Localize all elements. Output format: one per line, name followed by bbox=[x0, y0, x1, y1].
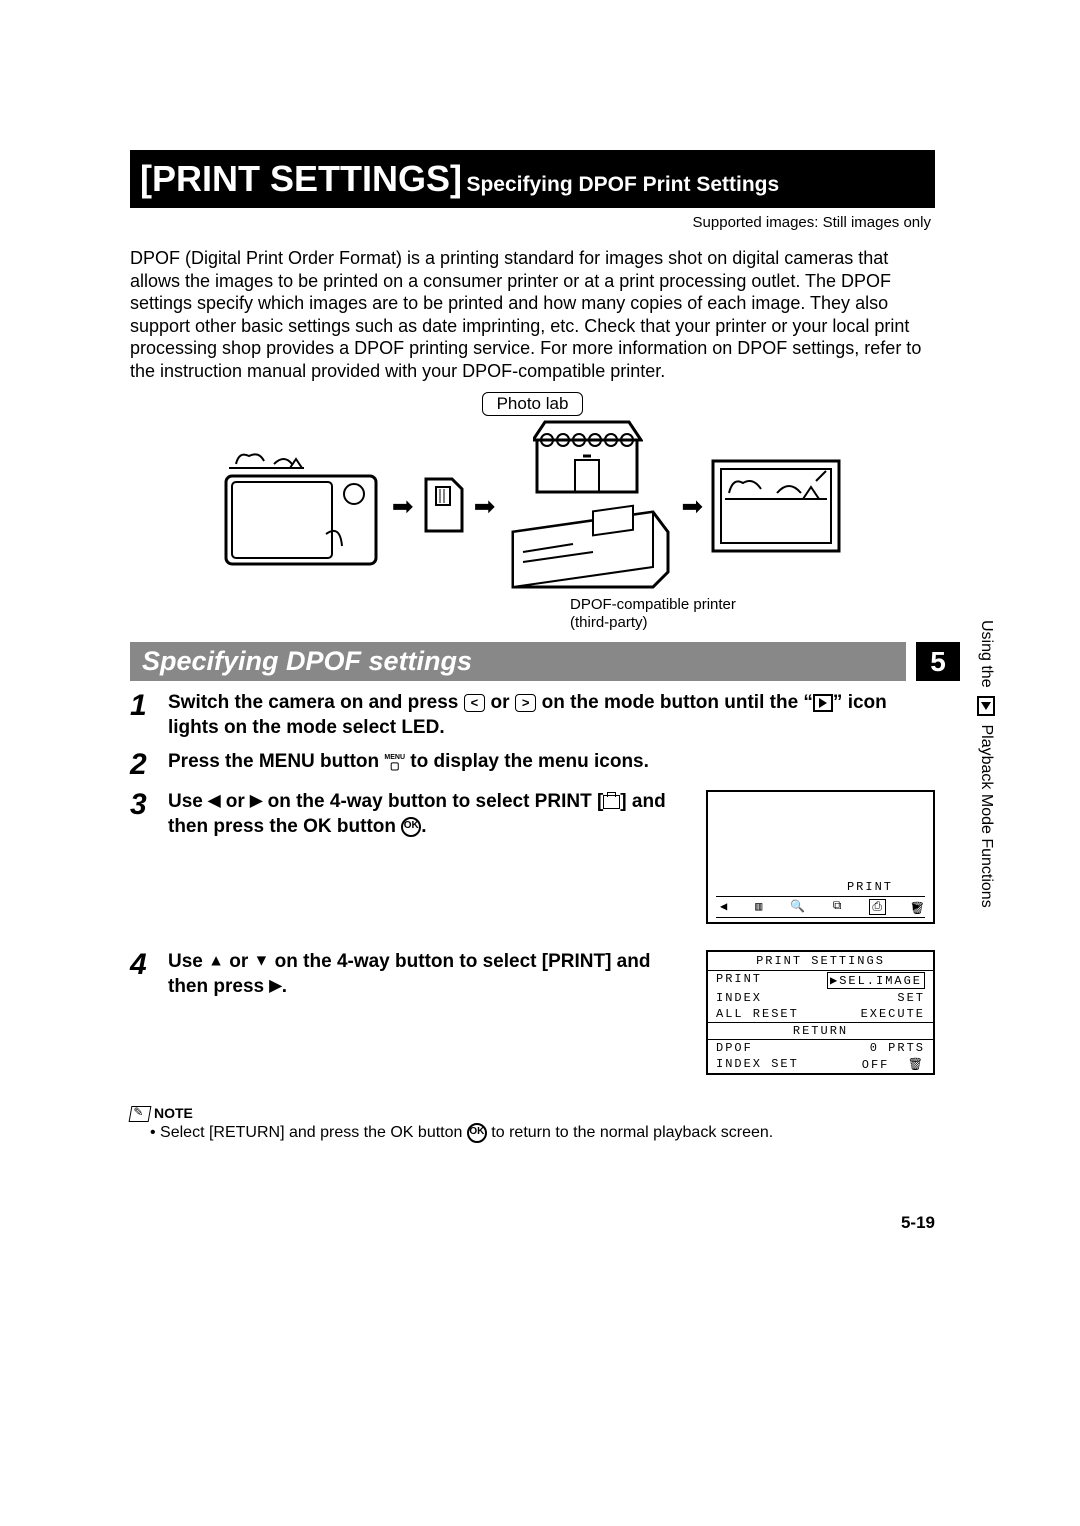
up-triangle-icon: ▲ bbox=[208, 953, 224, 970]
screen1-icon-bar: ◀▥🔍⧉⎙▶ bbox=[716, 896, 925, 918]
workflow-diagram: Photo lab ➡ ➡ bbox=[130, 392, 935, 632]
note-block: NOTE • Select [RETURN] and press the OK … bbox=[130, 1105, 935, 1143]
arrow-right-icon: ➡ bbox=[392, 491, 414, 522]
supported-images-note: Supported images: Still images only bbox=[130, 214, 935, 231]
step-2: 2 Press the MENU button MENU▢ to display… bbox=[130, 750, 935, 780]
screen2-title: PRINT SETTINGS bbox=[708, 952, 933, 971]
step-1: 1 Switch the camera on and press < or > … bbox=[130, 691, 935, 740]
page-title-bar: [PRINT SETTINGS] Specifying DPOF Print S… bbox=[130, 150, 935, 208]
arrow-right-icon: ➡ bbox=[681, 491, 703, 522]
camera-screen-print-settings: PRINT SETTINGS PRINT ▶SEL.IMAGE INDEX SE… bbox=[706, 950, 935, 1075]
screen2-row: PRINT ▶SEL.IMAGE bbox=[708, 971, 933, 990]
memory-card-icon bbox=[422, 477, 466, 535]
printer-icon bbox=[503, 502, 673, 592]
photo-lab-shop-icon bbox=[533, 420, 643, 496]
side-tab-label: Using the Playback Mode Functions bbox=[977, 620, 995, 920]
screen2-footer-row: DPOF0 PRTS bbox=[708, 1040, 933, 1056]
playback-mode-icon bbox=[813, 694, 833, 712]
right-triangle-icon: ▶ bbox=[250, 793, 262, 810]
section-heading: Specifying DPOF settings bbox=[130, 642, 906, 681]
title-suffix: Specifying DPOF Print Settings bbox=[466, 173, 779, 196]
step-4: 4 Use ▲ or ▼ on the 4-way button to sele… bbox=[130, 950, 686, 999]
chapter-number: 5 bbox=[916, 642, 960, 681]
screen2-row: INDEX SET bbox=[708, 990, 933, 1006]
down-triangle-icon: ▼ bbox=[254, 953, 270, 970]
arrow-right-icon: ➡ bbox=[474, 491, 496, 522]
right-triangle-icon: ▶ bbox=[269, 978, 281, 995]
title-prefix: [PRINT SETTINGS] bbox=[140, 158, 462, 199]
left-triangle-icon: ◀ bbox=[208, 793, 220, 810]
menu-button-icon: MENU▢ bbox=[384, 752, 405, 772]
ok-button-icon: OK bbox=[401, 817, 421, 837]
mode-left-button-icon: < bbox=[464, 694, 486, 712]
note-heading: NOTE bbox=[154, 1105, 193, 1121]
camera-icon bbox=[224, 446, 384, 566]
mode-right-button-icon: > bbox=[515, 694, 537, 712]
playback-mode-icon bbox=[977, 696, 995, 716]
printed-photo-icon bbox=[711, 459, 841, 553]
screen1-print-label: PRINT bbox=[847, 880, 893, 894]
print-icon bbox=[603, 795, 620, 809]
trash-icon: 🗑 bbox=[910, 901, 925, 916]
screen2-row: ALL RESET EXECUTE bbox=[708, 1006, 933, 1022]
ok-button-icon: OK bbox=[467, 1123, 487, 1143]
photo-lab-label: Photo lab bbox=[482, 392, 584, 416]
camera-screen-print-menu: PRINT ◀▥🔍⧉⎙▶ 🗑 bbox=[706, 790, 935, 924]
screen2-return: RETURN bbox=[708, 1022, 933, 1040]
intro-paragraph: DPOF (Digital Print Order Format) is a p… bbox=[130, 247, 935, 382]
screen2-footer-row: INDEX SETOFF 🗑 bbox=[708, 1056, 933, 1073]
page-number: 5-19 bbox=[901, 1213, 935, 1233]
note-icon bbox=[129, 1106, 152, 1122]
printer-caption: DPOF-compatible printer (third-party) bbox=[570, 596, 935, 632]
step-3: 3 Use ◀ or ▶ on the 4-way button to sele… bbox=[130, 790, 686, 839]
